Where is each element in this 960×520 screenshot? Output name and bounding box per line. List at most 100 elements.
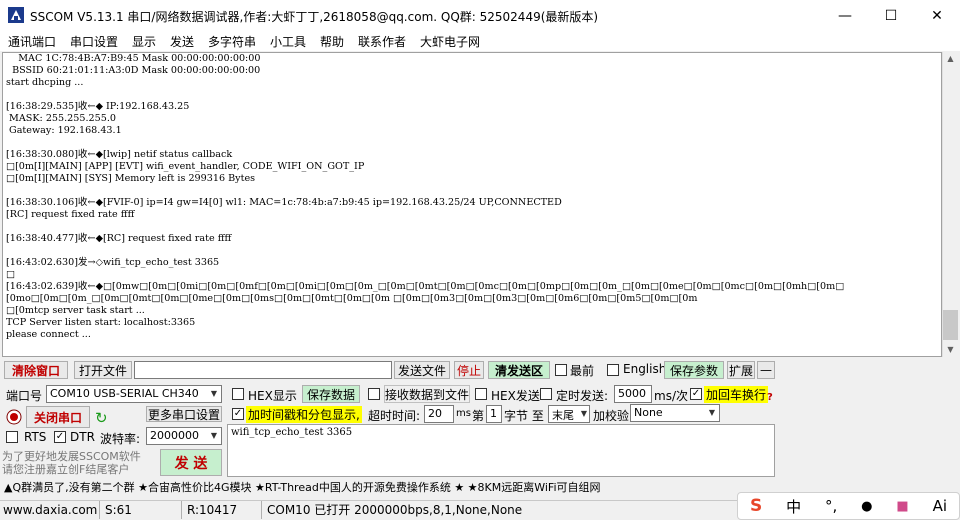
interval-unit-label: ms/次 xyxy=(654,389,688,403)
rts-checkbox[interactable] xyxy=(6,431,18,443)
save-params-button[interactable]: 保存参数 xyxy=(664,361,724,379)
send-button[interactable]: 发 送 xyxy=(160,449,222,476)
refresh-icon[interactable]: ↻ xyxy=(95,410,111,426)
scroll-up-arrow-icon[interactable]: ▲ xyxy=(942,52,959,66)
hex-send-label: HEX发送 xyxy=(491,389,540,403)
dtr-checkbox[interactable]: ✓ xyxy=(54,431,66,443)
port-status-icon xyxy=(6,409,22,425)
timed-send-interval-input[interactable]: 5000 xyxy=(614,385,652,403)
close-button[interactable]: ✕ xyxy=(914,0,960,31)
topmost-checkbox[interactable] xyxy=(555,364,567,376)
expand-button[interactable]: 扩展 xyxy=(727,361,755,379)
ime-voice-icon[interactable]: ● xyxy=(861,499,872,514)
log-line: Gateway: 192.168.43.1 xyxy=(6,125,122,136)
hex-display-checkbox[interactable] xyxy=(232,388,244,400)
collapse-button[interactable]: — xyxy=(757,361,775,379)
menu-send[interactable]: 发送 xyxy=(170,33,194,50)
menu-tools[interactable]: 小工具 xyxy=(270,33,306,50)
send-text-area[interactable]: wifi_tcp_echo_test 3365 xyxy=(227,424,775,477)
receive-log[interactable]: MAC 1C:78:4B:A7:B9:45 Mask 00:00:00:00:0… xyxy=(2,52,942,357)
timed-send-label: 定时发送: xyxy=(556,389,609,403)
log-line: [16:43:02.630]发→◇wifi_tcp_echo_test 3365 xyxy=(6,257,220,268)
baud-label: 波特率: xyxy=(100,432,141,446)
timeout-label: 超时时间: xyxy=(368,409,421,423)
checksum-label: 加校验 xyxy=(593,409,630,423)
rts-label: RTS xyxy=(24,430,47,444)
log-line: [RC] request fixed rate ffff xyxy=(6,209,135,220)
timed-send-checkbox[interactable] xyxy=(540,388,552,400)
status-sent-count: S:61 xyxy=(102,501,182,519)
menu-help[interactable]: 帮助 xyxy=(320,33,344,50)
byte-prefix-label: 第 xyxy=(472,409,485,423)
log-line: [16:38:40.477]收←◆[RC] request fixed rate… xyxy=(6,233,232,244)
log-line: □[0m[I][MAIN] [APP] [EVT] wifi_event_han… xyxy=(6,161,365,172)
log-line: □[0m[I][MAIN] [SYS] Memory left is 29931… xyxy=(6,173,256,184)
port-select[interactable]: COM10 USB-SERIAL CH340 xyxy=(46,385,222,403)
menu-contact-author[interactable]: 联系作者 xyxy=(358,33,406,50)
ime-ai[interactable]: Ai xyxy=(933,497,947,515)
log-line: BSSID 60:21:01:11:A3:0D Mask 00:00:00:00… xyxy=(6,65,261,76)
chevron-down-icon[interactable]: ▼ xyxy=(207,387,221,401)
timestamp-label: 加时间戳和分包显示, xyxy=(246,406,362,423)
help-question-icon[interactable]: ? xyxy=(767,392,773,403)
log-line: [16:38:30.106]收←◆[FVIF-0] ip=I4 gw=I4[0]… xyxy=(6,197,562,208)
ime-logo-icon[interactable]: S xyxy=(750,496,762,516)
ime-skin-icon[interactable]: ■ xyxy=(896,499,908,514)
start-byte-input[interactable]: 1 xyxy=(486,405,502,423)
ime-punctuation[interactable]: °, xyxy=(825,497,837,515)
english-label: English xyxy=(623,362,667,376)
recv-to-file-button[interactable]: 接收数据到文件 xyxy=(384,385,470,403)
timeout-unit-label: ms xyxy=(456,408,471,419)
window-title: SSCOM V5.13.1 串口/网络数据调试器,作者:大虾丁丁,2618058… xyxy=(30,10,599,24)
recv-to-file-checkbox[interactable] xyxy=(368,388,380,400)
menu-display[interactable]: 显示 xyxy=(132,33,156,50)
menu-daxia-website[interactable]: 大虾电子网 xyxy=(420,33,480,50)
register-promo-text[interactable]: 为了更好地发展SSCOM软件 请您注册嘉立创F结尾客户 xyxy=(2,450,141,476)
app-icon xyxy=(8,7,24,23)
port-label: 端口号 xyxy=(6,389,43,403)
timestamp-checkbox[interactable]: ✓ xyxy=(232,408,244,420)
maximize-button[interactable]: ☐ xyxy=(868,0,914,31)
chevron-down-icon[interactable]: ▼ xyxy=(577,407,591,421)
file-path-input[interactable] xyxy=(134,361,392,379)
menu-comm-port[interactable]: 通讯端口 xyxy=(8,33,56,50)
clear-window-button[interactable]: 清除窗口 xyxy=(4,361,68,379)
minimize-button[interactable]: — xyxy=(822,0,868,31)
log-line: MAC 1C:78:4B:A7:B9:45 Mask 00:00:00:00:0… xyxy=(6,53,261,64)
timeout-input[interactable]: 20 xyxy=(424,405,454,423)
send-file-button[interactable]: 发送文件 xyxy=(394,361,450,379)
open-file-button[interactable]: 打开文件 xyxy=(74,361,132,379)
byte-to-label: 字节 至 xyxy=(504,409,544,423)
dtr-label: DTR xyxy=(70,430,95,444)
clear-send-button[interactable]: 清发送区 xyxy=(488,361,550,379)
save-data-button[interactable]: 保存数据 xyxy=(302,385,360,403)
close-port-button[interactable]: 关闭串口 xyxy=(26,406,90,428)
stop-button[interactable]: 停止 xyxy=(454,361,484,379)
log-line: □ xyxy=(6,269,16,280)
log-line: [16:38:29.535]收←◆ IP:192.168.43.25 xyxy=(6,101,190,112)
topmost-label: 最前 xyxy=(570,364,595,378)
log-line: [16:43:02.639]收←◆□[0mw□[0m□[0mi□[0m□[0mf… xyxy=(6,281,845,292)
scroll-thumb[interactable] xyxy=(943,310,958,340)
menu-multi-string[interactable]: 多字符串 xyxy=(208,33,256,50)
more-serial-settings-button[interactable]: 更多串口设置 xyxy=(146,406,222,422)
ime-chinese-mode[interactable]: 中 xyxy=(786,496,801,517)
ime-toolbar[interactable]: S 中 °, ● ■ Ai xyxy=(737,492,960,520)
hex-send-checkbox[interactable] xyxy=(475,388,487,400)
english-checkbox[interactable] xyxy=(607,364,619,376)
chevron-down-icon[interactable]: ▼ xyxy=(705,406,719,420)
chevron-down-icon[interactable]: ▼ xyxy=(207,429,221,443)
status-website-link[interactable]: www.daxia.com xyxy=(0,501,100,519)
log-line: TCP Server listen start: localhost:3365 xyxy=(6,317,196,328)
status-received-count: R:10417 xyxy=(184,501,262,519)
log-line: □[0mtcp server task start ... xyxy=(6,305,145,316)
log-line: [16:38:30.080]收←◆[lwip] netif status cal… xyxy=(6,149,233,160)
menu-serial-settings[interactable]: 串口设置 xyxy=(70,33,118,50)
add-crlf-checkbox[interactable]: ✓ xyxy=(690,388,702,400)
scroll-down-arrow-icon[interactable]: ▼ xyxy=(942,343,959,357)
